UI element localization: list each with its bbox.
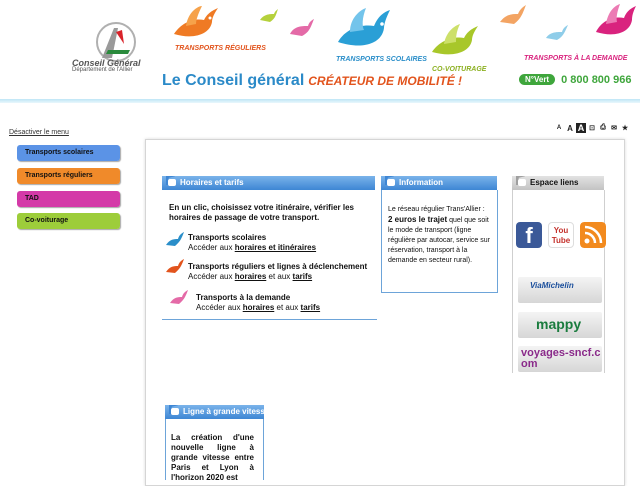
info-text-after: quel que soit le mode de transport (lign… [388,217,490,264]
small-pink-bird-icon [290,19,314,36]
text-tools: A A A ⊡ ⎙ ✉ ★ [554,123,630,133]
information-title-text: Information [399,178,443,187]
speech-bubble-icon [168,179,176,186]
horaires-link[interactable]: horaires [243,303,275,312]
horaires-card-bottom [162,319,377,320]
voyages-sncf-label: voyages-sncf.com [521,347,601,370]
mappy-label: mappy [536,316,582,332]
scolaires-bird-icon [166,232,184,246]
information-card-right [497,190,498,292]
print-icon[interactable]: ⎙ [598,123,608,133]
item-title: Transports réguliers et lignes à déclenc… [188,262,368,271]
contrast-icon[interactable]: ⊡ [587,123,597,133]
nav-tad[interactable]: TAD [17,191,120,207]
toggle-menu-link[interactable]: Désactiver le menu [9,129,69,136]
item-mid: et aux [274,303,301,312]
nav-transports-reguliers[interactable]: Transports réguliers [17,168,120,184]
horaires-tarifs-title: Horaires et tarifs [162,176,375,190]
voyages-sncf-logo[interactable]: voyages-sncf.com [518,346,602,372]
lgv-card-right [263,419,264,480]
numero-vert-badge: N°Vert [519,74,556,85]
rss-icon[interactable] [580,222,606,248]
item-title: Transports à la demande [196,293,291,302]
item-prefix: Accéder aux [188,272,235,281]
mail-icon[interactable]: ✉ [609,123,619,133]
lgv-title-text: Ligne à grande vitesse [183,407,264,416]
espace-liens-title-text: Espace liens [530,178,579,187]
font-medium-button[interactable]: A [565,123,575,133]
pink-bird-icon [596,4,636,35]
tagline: Le Conseil général CRÉATEUR DE MOBILITÉ ! [162,72,462,90]
small-orange-bird-icon [500,5,526,24]
speech-bubble-icon [387,179,395,186]
orange-bird-icon [174,6,218,37]
info-text-before: Le réseau régulier Trans'Allier : [388,206,485,213]
service-transports-reguliers[interactable]: TRANSPORTS RÉGULIERS [175,45,266,52]
espace-liens-card-left [512,190,513,373]
font-large-button[interactable]: A [576,123,586,133]
small-green-bird-icon [260,9,278,22]
facebook-icon[interactable]: f [516,222,542,248]
espace-liens-title: Espace liens [512,176,604,190]
information-text: Le réseau régulier Trans'Allier : 2 euro… [388,205,490,266]
item-title: Transports scolaires [188,233,267,242]
item-transports-scolaires: Transports scolaires Accéder aux horaire… [188,233,373,253]
lgv-title: Ligne à grande vitesse [165,405,264,419]
info-highlight: 2 euros le trajet [388,215,448,224]
item-transports-a-la-demande: Transports à la demande Accéder aux hora… [196,293,376,313]
horaires-itineraires-link[interactable]: horaires et itinéraires [235,243,316,252]
small-blue-bird-icon [546,25,568,40]
information-title: Information [381,176,497,190]
horaires-tarifs-title-text: Horaires et tarifs [180,178,244,187]
blue-bird-icon [338,8,390,46]
item-prefix: Accéder aux [188,243,235,252]
numero-vert: N°Vert 0 800 800 966 [519,73,631,86]
tarifs-link[interactable]: tarifs [301,303,321,312]
site-header: Conseil Général Département de l'Allier … [0,0,640,103]
lgv-card-left [165,419,166,480]
item-transports-reguliers: Transports réguliers et lignes à déclenc… [188,262,378,282]
font-small-button[interactable]: A [554,123,564,133]
nav-co-voiturage[interactable]: Co-voiturage [17,213,120,229]
green-bird-icon [432,24,478,55]
tagline-accent: CRÉATEUR DE MOBILITÉ ! [308,74,463,88]
header-divider [0,99,640,103]
horaires-link[interactable]: horaires [235,272,267,281]
espace-liens-card-right [604,190,605,373]
viamichelin-label: ViaMichelin [530,281,574,290]
mappy-logo[interactable]: mappy [518,312,602,338]
nav-transports-scolaires[interactable]: Transports scolaires [17,145,120,161]
numero-vert-number: 0 800 800 966 [561,73,632,86]
viamichelin-logo[interactable]: ViaMichelin [518,277,602,303]
speech-bubble-icon [171,408,179,415]
favorite-icon[interactable]: ★ [620,123,630,133]
demande-bird-icon [170,290,188,304]
tagline-main: Le Conseil général [162,72,305,89]
service-transports-a-la-demande[interactable]: TRANSPORTS À LA DEMANDE [524,55,627,62]
speech-bubble-icon [518,179,526,186]
item-prefix: Accéder aux [196,303,243,312]
information-card-left [381,190,382,292]
lgv-text: La création d'une nouvelle ligne à grand… [171,433,254,482]
horaires-intro: En un clic, choisissez votre itinéraire,… [169,203,354,222]
tarifs-link[interactable]: tarifs [293,272,313,281]
service-transports-scolaires[interactable]: TRANSPORTS SCOLAIRES [336,56,427,63]
logo-subtitle: Département de l'Allier [72,67,133,73]
reguliers-bird-icon [166,259,184,273]
youtube-icon[interactable]: You Tube [548,222,574,248]
item-mid: et aux [266,272,293,281]
information-card-bottom [381,292,498,293]
